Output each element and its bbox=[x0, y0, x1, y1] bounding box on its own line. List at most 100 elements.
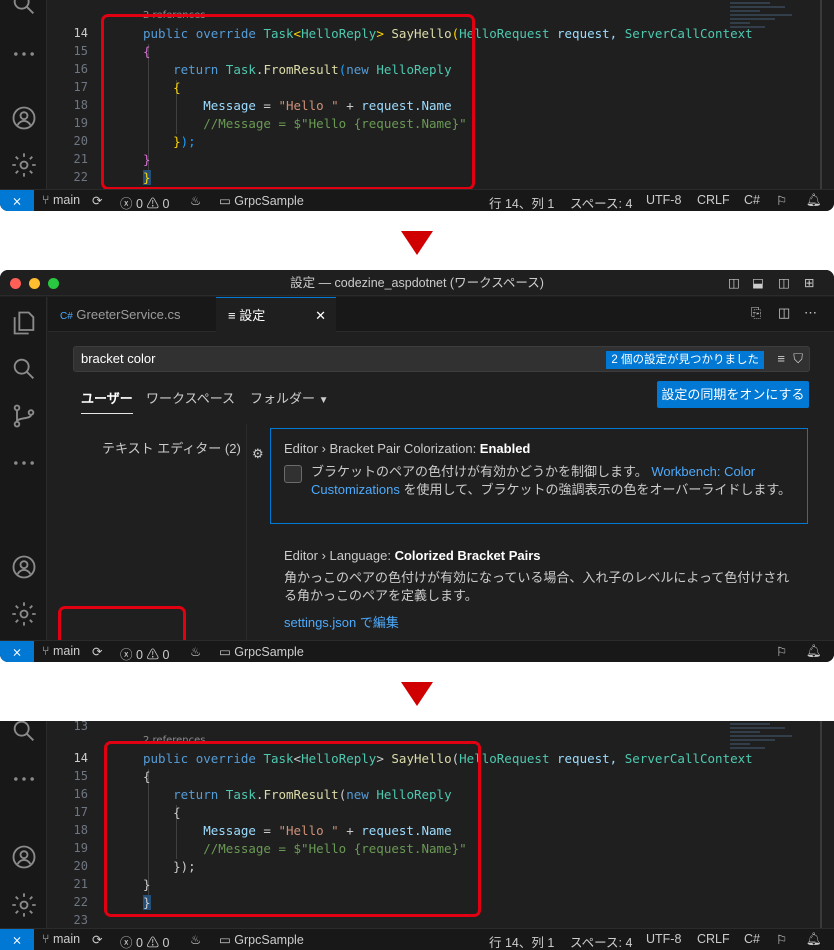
activity-bar bbox=[0, 297, 47, 640]
search-icon[interactable] bbox=[10, 355, 38, 383]
settings-file-icon: ≡ bbox=[228, 308, 236, 323]
feedback-icon[interactable]: ⚐ bbox=[776, 193, 787, 208]
flame-icon[interactable]: ♨ bbox=[190, 193, 201, 208]
close-tab-icon[interactable]: ✕ bbox=[315, 298, 326, 333]
tab-greeterservice[interactable]: C# GreeterService.cs bbox=[48, 297, 216, 332]
problems-indicator[interactable]: ⓧ 0 ⚠ 0 bbox=[120, 644, 169, 662]
scrollbar[interactable] bbox=[820, 0, 822, 189]
line-number: 13 bbox=[73, 721, 88, 733]
encoding[interactable]: UTF-8 bbox=[646, 932, 681, 946]
folder-indicator[interactable]: ▭ GrpcSample bbox=[219, 932, 304, 947]
line-ending[interactable]: CRLF bbox=[697, 193, 730, 207]
line-number: 19 bbox=[73, 116, 88, 130]
toggle-panel-icon[interactable]: ⬓ bbox=[752, 270, 764, 296]
sync-icon[interactable]: ⟳ bbox=[92, 193, 102, 208]
more-icon[interactable] bbox=[10, 449, 38, 477]
folder-icon: ▭ bbox=[219, 933, 231, 947]
gear-icon[interactable] bbox=[10, 600, 38, 628]
more-icon[interactable] bbox=[10, 765, 38, 793]
minimap[interactable] bbox=[730, 721, 802, 751]
bracket-colorization-checkbox[interactable] bbox=[284, 465, 302, 483]
tab-workspace-scope[interactable]: ワークスペース bbox=[146, 388, 235, 407]
language-mode[interactable]: C# bbox=[744, 193, 760, 207]
problems-indicator[interactable]: ⓧ 0 ⚠ 0 bbox=[120, 932, 169, 950]
sync-icon[interactable]: ⟳ bbox=[92, 932, 102, 947]
flame-icon[interactable]: ♨ bbox=[190, 932, 201, 947]
settings-editor: bracket color 2 個の設定が見つかりました ≡ ⛉ ユーザー ワー… bbox=[48, 332, 834, 640]
split-editor-icon[interactable]: ◫ bbox=[778, 305, 790, 321]
maximize-window-button[interactable] bbox=[48, 278, 59, 289]
cursor-position[interactable]: 行 14、列 1 bbox=[489, 932, 554, 950]
highlight-box bbox=[101, 14, 475, 190]
minimap[interactable] bbox=[730, 0, 802, 30]
branch-indicator[interactable]: ⑂ main bbox=[42, 932, 80, 946]
search-icon[interactable] bbox=[10, 721, 38, 745]
line-number: 17 bbox=[73, 805, 88, 819]
account-icon[interactable] bbox=[10, 553, 38, 581]
bell-icon[interactable]: 🔔︎ bbox=[806, 644, 822, 659]
source-control-icon[interactable] bbox=[10, 402, 38, 430]
line-number: 15 bbox=[73, 769, 88, 783]
language-mode[interactable]: C# bbox=[744, 932, 760, 946]
indentation[interactable]: スペース: 4 bbox=[570, 932, 632, 950]
line-ending[interactable]: CRLF bbox=[697, 932, 730, 946]
git-branch-icon: ⑂ bbox=[42, 193, 50, 207]
tab-user-scope[interactable]: ユーザー bbox=[81, 388, 133, 414]
line-number: 18 bbox=[73, 98, 88, 112]
bell-icon[interactable]: 🔔︎ bbox=[806, 193, 822, 208]
gear-icon[interactable] bbox=[10, 151, 38, 179]
search-icon[interactable] bbox=[10, 0, 38, 18]
scrollbar[interactable] bbox=[820, 721, 822, 928]
folder-indicator[interactable]: ▭ GrpcSample bbox=[219, 644, 304, 659]
open-settings-json-icon[interactable]: ⎘ bbox=[751, 305, 761, 321]
encoding[interactable]: UTF-8 bbox=[646, 193, 681, 207]
indentation[interactable]: スペース: 4 bbox=[570, 193, 632, 211]
setting-description-line1: 角かっこのペアの色付けが有効になっている場合、入れ子のレベルによって色付けされ bbox=[284, 570, 790, 585]
flame-icon[interactable]: ♨ bbox=[190, 644, 201, 659]
bell-icon[interactable]: 🔔︎ bbox=[806, 932, 822, 947]
branch-indicator[interactable]: ⑂ main bbox=[42, 644, 80, 658]
line-number: 20 bbox=[73, 859, 88, 873]
editor-tabs: C# GreeterService.cs ≡ 設定 ✕ ⎘ ◫ ⋯ bbox=[48, 297, 834, 332]
account-icon[interactable] bbox=[10, 843, 38, 871]
close-window-button[interactable] bbox=[10, 278, 21, 289]
folder-icon: ▭ bbox=[219, 194, 231, 208]
more-icon[interactable] bbox=[10, 40, 38, 68]
sync-settings-button[interactable]: 設定の同期をオンにする bbox=[657, 381, 809, 408]
toc-item-text-editor[interactable]: テキスト エディター (2) bbox=[102, 438, 241, 457]
minimize-window-button[interactable] bbox=[29, 278, 40, 289]
toggle-secondary-sidebar-icon[interactable]: ◫ bbox=[778, 270, 790, 296]
problems-indicator[interactable]: ⓧ 0 ⚠ 0 bbox=[120, 193, 169, 211]
warning-icon: ⚠ bbox=[146, 936, 159, 950]
feedback-icon[interactable]: ⚐ bbox=[776, 644, 787, 659]
git-branch-icon: ⑂ bbox=[42, 932, 50, 946]
filter-icon[interactable]: ⛉ bbox=[793, 347, 803, 371]
remote-indicator[interactable]: ⨯ bbox=[0, 190, 34, 211]
tab-settings[interactable]: ≡ 設定 ✕ bbox=[216, 297, 336, 332]
more-actions-icon[interactable]: ⋯ bbox=[804, 305, 817, 321]
remote-indicator[interactable]: ⨯ bbox=[0, 929, 34, 950]
customize-layout-icon[interactable]: ⊞ bbox=[804, 270, 814, 296]
folder-indicator[interactable]: ▭ GrpcSample bbox=[219, 193, 304, 208]
setting-gear-icon[interactable]: ⚙ bbox=[252, 446, 264, 462]
down-arrow-icon bbox=[401, 682, 433, 706]
sync-icon[interactable]: ⟳ bbox=[92, 644, 102, 659]
tab-folder-scope[interactable]: フォルダー ▼ bbox=[250, 388, 329, 407]
account-icon[interactable] bbox=[10, 104, 38, 132]
feedback-icon[interactable]: ⚐ bbox=[776, 932, 787, 947]
editor-panel-before: 2 references 14 15 16 17 18 19 20 21 22 … bbox=[0, 0, 834, 211]
edit-in-settings-json-link[interactable]: settings.json で編集 bbox=[284, 614, 399, 632]
line-number: 22 bbox=[73, 895, 88, 909]
toggle-sidebar-icon[interactable]: ◫ bbox=[728, 270, 740, 296]
gear-icon[interactable] bbox=[10, 891, 38, 919]
settings-search-input[interactable]: bracket color 2 個の設定が見つかりました ≡ ⛉ bbox=[73, 346, 810, 372]
remote-indicator[interactable]: ⨯ bbox=[0, 641, 34, 662]
setting-description-line2: る角かっこのペアを定義します。 bbox=[284, 588, 478, 603]
status-bar: ⨯ ⑂ main ⟳ ⓧ 0 ⚠ 0 ♨ ▭ GrpcSample 行 14、列… bbox=[0, 928, 834, 950]
status-bar: ⨯ ⑂ main ⟳ ⓧ 0 ⚠ 0 ♨ ▭ GrpcSample ⚐ 🔔︎ bbox=[0, 640, 834, 662]
clear-filter-icon[interactable]: ≡ bbox=[777, 347, 785, 371]
cursor-position[interactable]: 行 14、列 1 bbox=[489, 193, 554, 211]
branch-indicator[interactable]: ⑂ main bbox=[42, 193, 80, 207]
explorer-icon[interactable] bbox=[10, 309, 38, 337]
highlight-box bbox=[104, 741, 481, 917]
